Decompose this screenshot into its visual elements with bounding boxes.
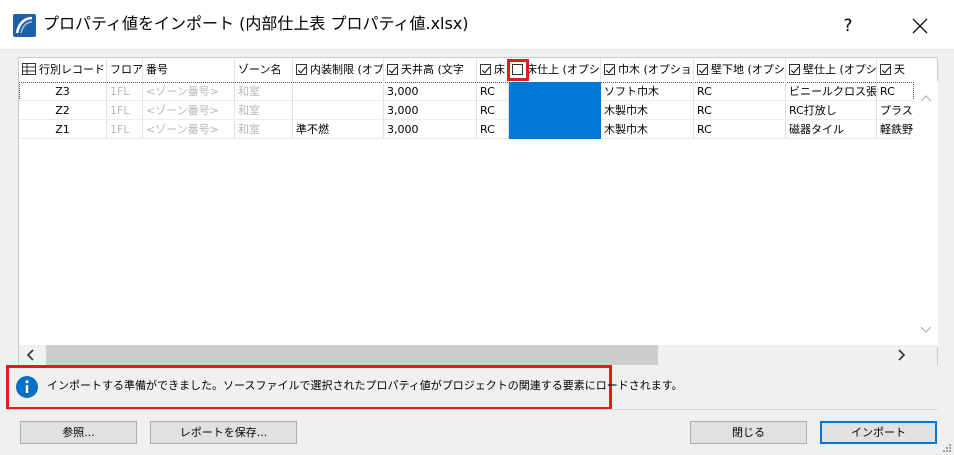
table-cell[interactable]: ビニールクロス張	[786, 82, 877, 101]
table-cell[interactable]: 和室	[235, 82, 293, 101]
table-cell[interactable]: 3,000	[384, 120, 477, 139]
save-report-button[interactable]: レポートを保存...	[150, 421, 297, 444]
table-cell[interactable]	[293, 82, 384, 101]
close-button[interactable]: 閉じる	[690, 421, 807, 444]
table-cell[interactable]: <ゾーン番号>	[143, 120, 235, 139]
column-header-baseboard[interactable]: 巾木 (オプショ	[601, 58, 694, 81]
table-cell[interactable]: 3,000	[384, 82, 477, 101]
scroll-up-icon[interactable]	[914, 89, 938, 109]
table-cell-selected[interactable]	[509, 101, 601, 120]
property-table: 行別レコード フロア 番号 ゾーン名 内装制限 (オプ 天井高 (文字 床 床仕…	[18, 57, 938, 365]
table-cell[interactable]: 木製巾木	[601, 101, 694, 120]
table-cell[interactable]: プラスタ	[877, 101, 914, 120]
column-checkbox[interactable]	[387, 64, 398, 75]
status-message-box: インポートする準備ができました。ソースファイルで選択されたプロパティ値がプロジェ…	[6, 365, 683, 410]
column-label: 天	[894, 63, 905, 76]
column-label: 床	[494, 63, 505, 76]
table-cell-selected[interactable]	[509, 82, 601, 101]
column-header-ceiling[interactable]: 天	[877, 58, 914, 81]
column-header-floor[interactable]: フロア	[107, 58, 143, 81]
table-cell-selected[interactable]	[509, 120, 601, 139]
horizontal-scrollbar[interactable]	[19, 345, 937, 365]
table-cell[interactable]: 1FL	[107, 120, 143, 139]
column-checkbox[interactable]	[296, 64, 307, 75]
table-cell[interactable]: 磁器タイル	[786, 120, 877, 139]
column-label: 天井高 (文字	[401, 63, 464, 76]
column-label: 床仕上 (オプシ	[526, 63, 600, 76]
table-cell[interactable]: RC	[477, 120, 509, 139]
column-header-row-record[interactable]: 行別レコード	[19, 58, 107, 81]
scroll-right-icon[interactable]	[889, 345, 913, 365]
column-label: 内装制限 (オプ	[310, 63, 384, 76]
table-cell[interactable]: 和室	[235, 101, 293, 120]
grid-icon	[22, 63, 36, 75]
table-cell[interactable]: RC	[694, 120, 786, 139]
column-label: 巾木 (オプショ	[618, 63, 692, 76]
column-label: ゾーン名	[238, 63, 282, 76]
column-label: 行別レコード	[39, 63, 105, 76]
column-checkbox[interactable]	[789, 64, 800, 75]
resize-grip-icon[interactable]	[942, 443, 952, 453]
column-header-wall-base[interactable]: 壁下地 (オプシ	[694, 58, 786, 81]
info-icon	[16, 376, 38, 398]
table-cell[interactable]: Z1	[19, 120, 107, 139]
column-label: フロア	[110, 63, 143, 76]
table-row[interactable]: Z3 1FL <ゾーン番号> 和室 3,000 RC ソフト巾木 RC ビニール…	[19, 82, 914, 101]
table-cell[interactable]: Z3	[19, 82, 107, 101]
column-checkbox[interactable]	[880, 64, 891, 75]
help-button[interactable]: ?	[832, 12, 864, 40]
table-cell[interactable]: 1FL	[107, 101, 143, 120]
scroll-down-icon[interactable]	[914, 319, 938, 339]
table-cell[interactable]: RC打放し	[786, 101, 877, 120]
column-label: 壁下地 (オプシ	[711, 63, 785, 76]
column-checkbox[interactable]	[480, 64, 491, 75]
window-title: プロパティ値をインポート (内部仕上表 プロパティ値.xlsx)	[43, 14, 469, 33]
column-checkbox[interactable]	[697, 64, 708, 75]
table-cell[interactable]: 和室	[235, 120, 293, 139]
divider	[6, 409, 938, 410]
table-cell[interactable]: 1FL	[107, 82, 143, 101]
table-cell[interactable]: 準不燃	[293, 120, 384, 139]
archicad-app-icon	[13, 14, 36, 37]
browse-button[interactable]: 参照...	[20, 421, 137, 444]
table-cell[interactable]: <ゾーン番号>	[143, 82, 235, 101]
table-header: 行別レコード フロア 番号 ゾーン名 内装制限 (オプ 天井高 (文字 床 床仕…	[19, 58, 914, 81]
column-header-zone-name[interactable]: ゾーン名	[235, 58, 293, 81]
table-cell[interactable]: RC	[877, 82, 914, 101]
table-cell[interactable]: 木製巾木	[601, 120, 694, 139]
column-header-interior-restriction[interactable]: 内装制限 (オプ	[293, 58, 384, 81]
column-label: 番号	[146, 63, 168, 76]
table-cell[interactable]: ソフト巾木	[601, 82, 694, 101]
scroll-left-icon[interactable]	[19, 345, 43, 365]
column-checkbox[interactable]	[604, 64, 615, 75]
column-header-floor-base[interactable]: 床	[477, 58, 509, 81]
table-cell[interactable]	[293, 101, 384, 120]
column-label: 壁仕上 (オプシ	[803, 63, 877, 76]
table-cell[interactable]: <ゾーン番号>	[143, 101, 235, 120]
table-cell[interactable]: Z2	[19, 101, 107, 120]
table-row[interactable]: Z1 1FL <ゾーン番号> 和室 準不燃 3,000 RC 木製巾木 RC 磁…	[19, 120, 914, 139]
column-checkbox[interactable]	[512, 64, 523, 75]
close-icon[interactable]	[904, 12, 936, 40]
table-cell[interactable]: 軽鉄野	[877, 120, 914, 139]
column-header-wall-finish[interactable]: 壁仕上 (オプシ	[786, 58, 877, 81]
import-button[interactable]: インポート	[820, 421, 937, 444]
status-message: インポートする準備ができました。ソースファイルで選択されたプロパティ値がプロジェ…	[47, 379, 683, 392]
table-cell[interactable]: 3,000	[384, 101, 477, 120]
column-header-ceiling-height[interactable]: 天井高 (文字	[384, 58, 477, 81]
horizontal-scroll-thumb[interactable]	[46, 345, 658, 365]
column-header-number[interactable]: 番号	[143, 58, 235, 81]
vertical-scrollbar[interactable]	[914, 81, 938, 347]
table-cell[interactable]: RC	[477, 82, 509, 101]
column-header-floor-finish[interactable]: 床仕上 (オプシ	[509, 58, 601, 81]
table-row[interactable]: Z2 1FL <ゾーン番号> 和室 3,000 RC 木製巾木 RC RC打放し…	[19, 101, 914, 120]
table-cell[interactable]: RC	[477, 101, 509, 120]
table-cell[interactable]: RC	[694, 82, 786, 101]
table-cell[interactable]: RC	[694, 101, 786, 120]
title-bar: プロパティ値をインポート (内部仕上表 プロパティ値.xlsx) ?	[0, 0, 954, 50]
